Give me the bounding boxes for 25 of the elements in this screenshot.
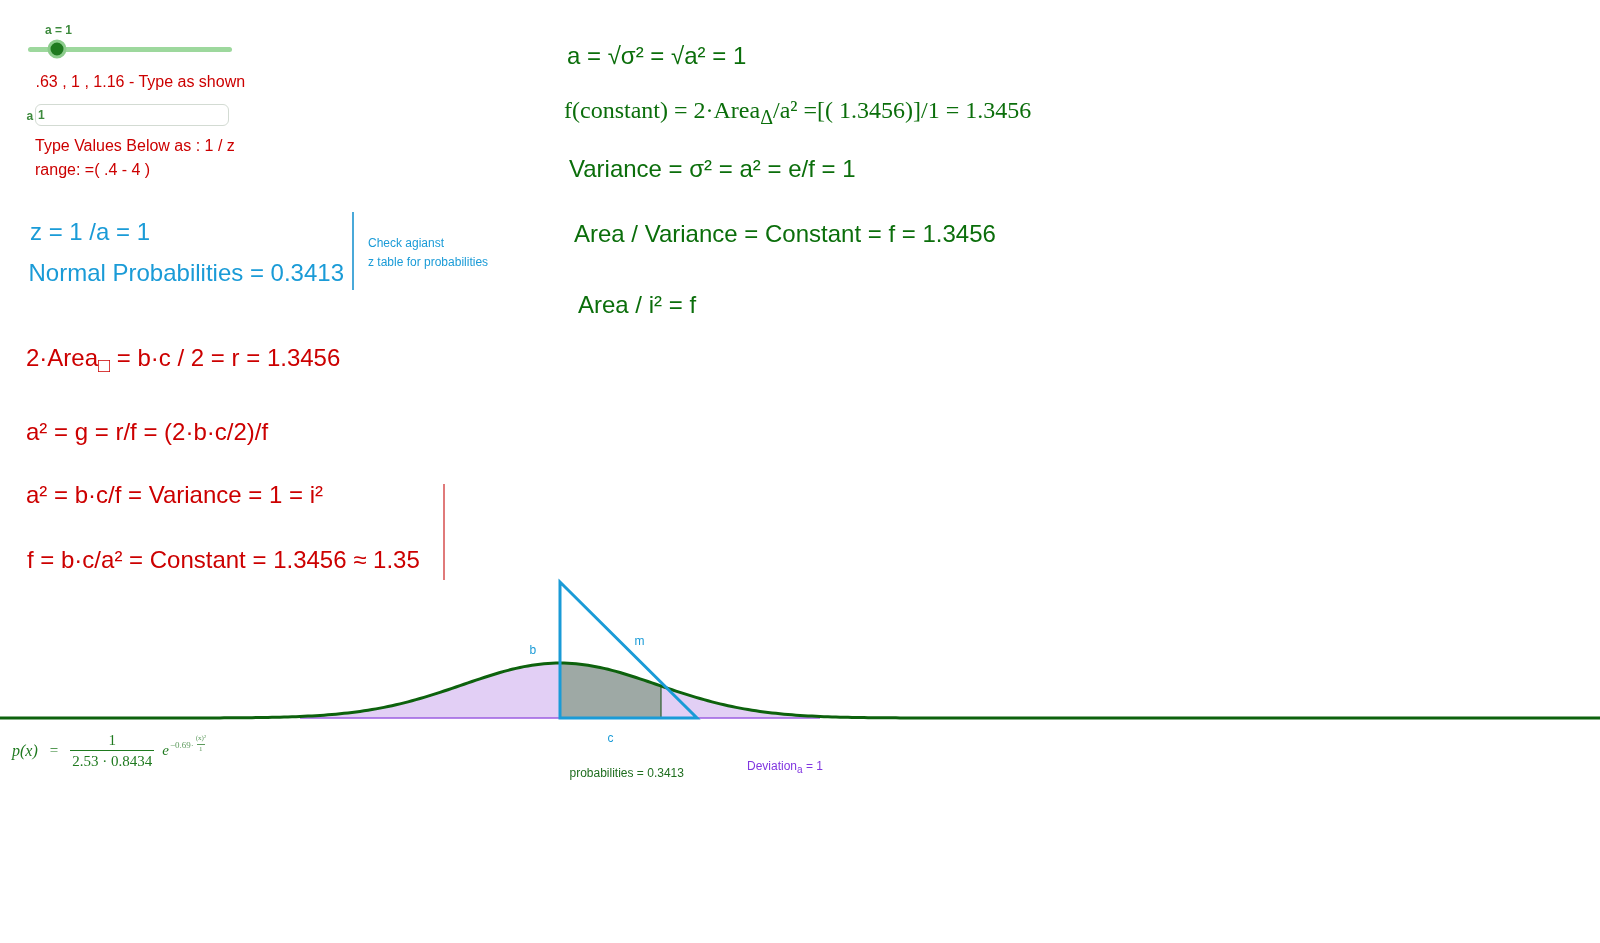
slider-caption: a = 1 (45, 22, 73, 38)
equation-text: f = b·c/a² = Constant = 1.3456 ≈ 1.35 (27, 545, 420, 575)
slider-thumb[interactable] (47, 39, 67, 59)
equation-text: a² = g = r/f = (2·b·c/2)/f (26, 417, 269, 447)
input-field[interactable]: 1 (35, 104, 229, 126)
hint-text: .63 , 1 , 1.16 - Type as shown (35, 72, 246, 92)
equation-text: f(constant) = 2·Area$_{Δ}$/a² =[( 1.3456)]/1 = 1.3456 (564, 95, 1032, 129)
input-label: a (26, 108, 34, 124)
equation-text: Area / i² = f (578, 290, 697, 320)
instruction-text: Type Values Below as : 1 / z (35, 136, 235, 156)
note-text: z table for probabilities (368, 254, 489, 270)
result-text: z = 1 /a = 1 (30, 218, 151, 247)
result-text: Normal Probabilities = 0.3413 (28, 259, 344, 288)
segment-label: c (607, 730, 614, 746)
equation-text: Area / Variance = Constant = f = 1.3456 (574, 219, 996, 249)
equation-text: Variance = σ² = a² = e/f = 1 (569, 154, 856, 184)
equation-text: 2·Area$_{□}$ = b·c / 2 = r = 1.3456 (26, 344, 341, 377)
probabilities-label: probabilities = 0.3413 (569, 765, 684, 781)
segment-label: b (529, 642, 537, 658)
segment-label: m (634, 633, 645, 649)
note-text: Check agianst (368, 235, 445, 251)
equation-text: a = √σ² = √a² = 1 (567, 41, 747, 71)
instruction-text: range: =( .4 - 4 ) (35, 160, 151, 180)
deviation-label: Deviation$_{a}$ = 1 (747, 758, 823, 777)
equation-text: a² = b·c/f = Variance = 1 = i² (26, 480, 324, 510)
